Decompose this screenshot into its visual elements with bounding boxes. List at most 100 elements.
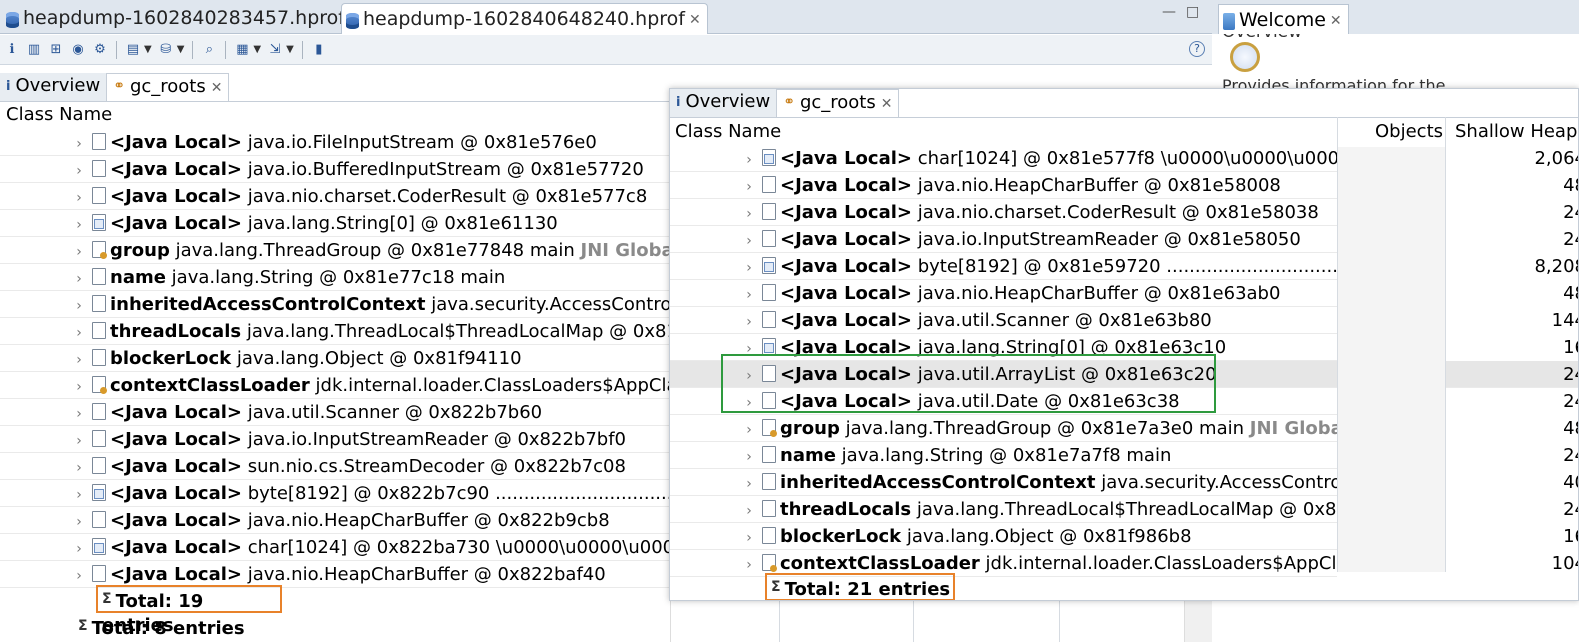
tab-welcome[interactable]: Welcome ✕ <box>1218 4 1349 34</box>
table-row[interactable]: › inheritedAccessControlContext java.secu… <box>0 291 670 318</box>
chevron-right-icon[interactable]: › <box>742 525 756 549</box>
chevron-right-icon[interactable]: › <box>72 185 86 209</box>
chevron-right-icon[interactable]: › <box>72 347 86 371</box>
settings-icon[interactable]: ⚙ <box>92 42 108 58</box>
row-object: jdk.internal.loader.ClassLoaders$AppClas… <box>315 375 670 396</box>
close-icon[interactable]: ✕ <box>1330 13 1342 34</box>
toolbar: ℹ ▥ ⊞ ◉ ⚙ ▤ ▼ ⛁ ▼ ⌕ ▦ ▼ ⇲ ▼ ▮ ? <box>0 35 1212 65</box>
table-row[interactable]: › <Java Local> java.io.InputStreamReader … <box>0 426 670 453</box>
row-label: <Java Local> <box>780 283 912 304</box>
maximize-button[interactable]: □ <box>1186 4 1199 20</box>
chevron-right-icon[interactable]: › <box>742 255 756 279</box>
chevron-right-icon[interactable]: › <box>72 563 86 587</box>
chevron-right-icon[interactable]: › <box>72 293 86 317</box>
table-row[interactable]: › <Java Local> java.io.InputStreamReader … <box>670 226 1337 253</box>
table-row[interactable]: › <Java Local> java.nio.HeapCharBuffer @ … <box>0 507 670 534</box>
calculator-icon[interactable]: ▦ <box>234 42 250 58</box>
gc-roots-icon: ⚭ <box>113 78 125 94</box>
chevron-right-icon[interactable]: › <box>742 147 756 171</box>
table-row[interactable]: › <Java Local> char[1024] @ 0x822ba730 \u… <box>0 534 670 561</box>
dominator-tree-icon[interactable]: ⊞ <box>48 42 64 58</box>
chevron-down-icon[interactable]: ▼ <box>144 44 152 55</box>
divider <box>779 601 780 642</box>
editor-tab-heapdump-2[interactable]: heapdump-1602840648240.hprof ✕ <box>341 3 708 34</box>
table-row[interactable]: › <Java Local> sun.nio.cs.StreamDecoder @… <box>0 453 670 480</box>
tab-label: Overview <box>15 75 101 96</box>
table-row[interactable]: › name java.lang.String @ 0x81e77c18 main <box>0 264 670 291</box>
chevron-right-icon[interactable]: › <box>72 320 86 344</box>
editor-tab-heapdump-1[interactable]: heapdump-1602840283457.hprof <box>2 3 351 34</box>
chevron-right-icon[interactable]: › <box>72 482 86 506</box>
table-row[interactable]: › <Java Local> java.util.Scanner @ 0x822b… <box>0 399 670 426</box>
table-row[interactable]: › <Java Local> java.nio.HeapCharBuffer @ … <box>670 172 1337 199</box>
table-row[interactable]: › threadLocals java.lang.ThreadLocal$Thre… <box>0 318 670 345</box>
chevron-right-icon[interactable]: › <box>742 444 756 468</box>
table-row[interactable]: › <Java Local> java.nio.charset.CoderResu… <box>0 183 670 210</box>
tab-overview[interactable]: i Overview <box>0 73 107 101</box>
table-row[interactable]: › <Java Local> java.nio.HeapCharBuffer @ … <box>670 280 1337 307</box>
row-label: <Java Local> <box>780 175 912 196</box>
chevron-right-icon[interactable]: › <box>742 471 756 495</box>
chevron-right-icon[interactable]: › <box>742 282 756 306</box>
chevron-right-icon[interactable]: › <box>72 401 86 425</box>
column-header-class-name[interactable]: Class Name <box>6 104 112 125</box>
chevron-right-icon[interactable]: › <box>72 131 86 155</box>
chevron-right-icon[interactable]: › <box>72 374 86 398</box>
table-row[interactable]: › inheritedAccessControlContext java.secu… <box>670 469 1337 496</box>
table-row[interactable]: › threadLocals java.lang.ThreadLocal$Thre… <box>670 496 1337 523</box>
heap-dump-icon <box>346 13 359 29</box>
chevron-down-icon[interactable]: ▼ <box>253 44 261 55</box>
welcome-icon <box>1223 13 1235 30</box>
table-row[interactable]: › blockerLock java.lang.Object @ 0x81f986… <box>670 523 1337 550</box>
table-row[interactable]: › <Java Local> java.lang.String[0] @ 0x81… <box>0 210 670 237</box>
chevron-right-icon[interactable]: › <box>72 158 86 182</box>
chevron-right-icon[interactable]: › <box>742 498 756 522</box>
chevron-right-icon[interactable]: › <box>72 428 86 452</box>
table-row[interactable]: › <Java Local> java.util.Scanner @ 0x81e6… <box>670 307 1337 334</box>
export-icon[interactable]: ⇲ <box>267 42 283 58</box>
chevron-right-icon[interactable]: › <box>72 212 86 236</box>
help-icon[interactable]: ? <box>1189 41 1205 57</box>
info-icon[interactable]: ℹ <box>4 42 20 58</box>
histogram-icon[interactable]: ▥ <box>26 42 42 58</box>
table-row[interactable]: › <Java Local> byte[8192] @ 0x822b7c90 ..… <box>0 480 670 507</box>
search-icon[interactable]: ⌕ <box>201 42 217 58</box>
chevron-down-icon[interactable]: ▼ <box>177 44 185 55</box>
chevron-down-icon[interactable]: ▼ <box>286 44 294 55</box>
chevron-right-icon[interactable]: › <box>72 536 86 560</box>
chevron-right-icon[interactable]: › <box>72 266 86 290</box>
table-row[interactable]: › contextClassLoader jdk.internal.loader.… <box>0 372 670 399</box>
chevron-right-icon[interactable]: › <box>72 509 86 533</box>
run-report-icon[interactable]: ▤ <box>125 42 141 58</box>
close-icon[interactable]: ✕ <box>211 80 223 101</box>
table-row[interactable]: › group java.lang.ThreadGroup @ 0x81e7784… <box>0 237 670 264</box>
table-row[interactable]: › <Java Local> char[1024] @ 0x81e577f8 \u… <box>670 145 1337 172</box>
row-label: <Java Local> <box>780 310 912 331</box>
chevron-right-icon[interactable]: › <box>742 201 756 225</box>
table-row[interactable]: › group java.lang.ThreadGroup @ 0x81e7a3e… <box>670 415 1337 442</box>
chevron-right-icon[interactable]: › <box>742 174 756 198</box>
chevron-right-icon[interactable]: › <box>742 309 756 333</box>
table-row[interactable]: › <Java Local> java.io.BufferedInputStrea… <box>0 156 670 183</box>
close-icon[interactable]: ✕ <box>689 12 701 28</box>
table-row[interactable]: › <Java Local> java.io.FileInputStream @ … <box>0 129 670 156</box>
query-browser-icon[interactable]: ⛁ <box>158 42 174 58</box>
table-row[interactable]: › <Java Local> byte[8192] @ 0x81e59720 ..… <box>670 253 1337 280</box>
table-row[interactable]: › name java.lang.String @ 0x81e7a7f8 main <box>670 442 1337 469</box>
table-row[interactable]: › blockerLock java.lang.Object @ 0x81f941… <box>0 345 670 372</box>
tab-gc-roots[interactable]: ⚭ gc_roots ✕ <box>106 73 230 101</box>
chevron-right-icon[interactable]: › <box>72 239 86 263</box>
minimize-button[interactable]: — <box>1162 4 1176 20</box>
chevron-right-icon[interactable]: › <box>72 455 86 479</box>
table-row[interactable]: › <Java Local> java.nio.charset.CoderResu… <box>670 199 1337 226</box>
chevron-right-icon[interactable]: › <box>742 552 756 576</box>
object-icon <box>92 295 106 312</box>
chevron-right-icon[interactable]: › <box>742 228 756 252</box>
chart-icon[interactable]: ▮ <box>311 42 327 58</box>
welcome-overview-heading[interactable]: Overview <box>1222 34 1302 42</box>
chevron-right-icon[interactable]: › <box>742 417 756 441</box>
oql-icon[interactable]: ◉ <box>70 42 86 58</box>
total-entries-inner: Σ Total: 19 entries <box>96 585 282 636</box>
sigma-icon: Σ <box>102 591 112 607</box>
table-row[interactable]: › <Java Local> java.nio.HeapCharBuffer @ … <box>0 561 670 588</box>
